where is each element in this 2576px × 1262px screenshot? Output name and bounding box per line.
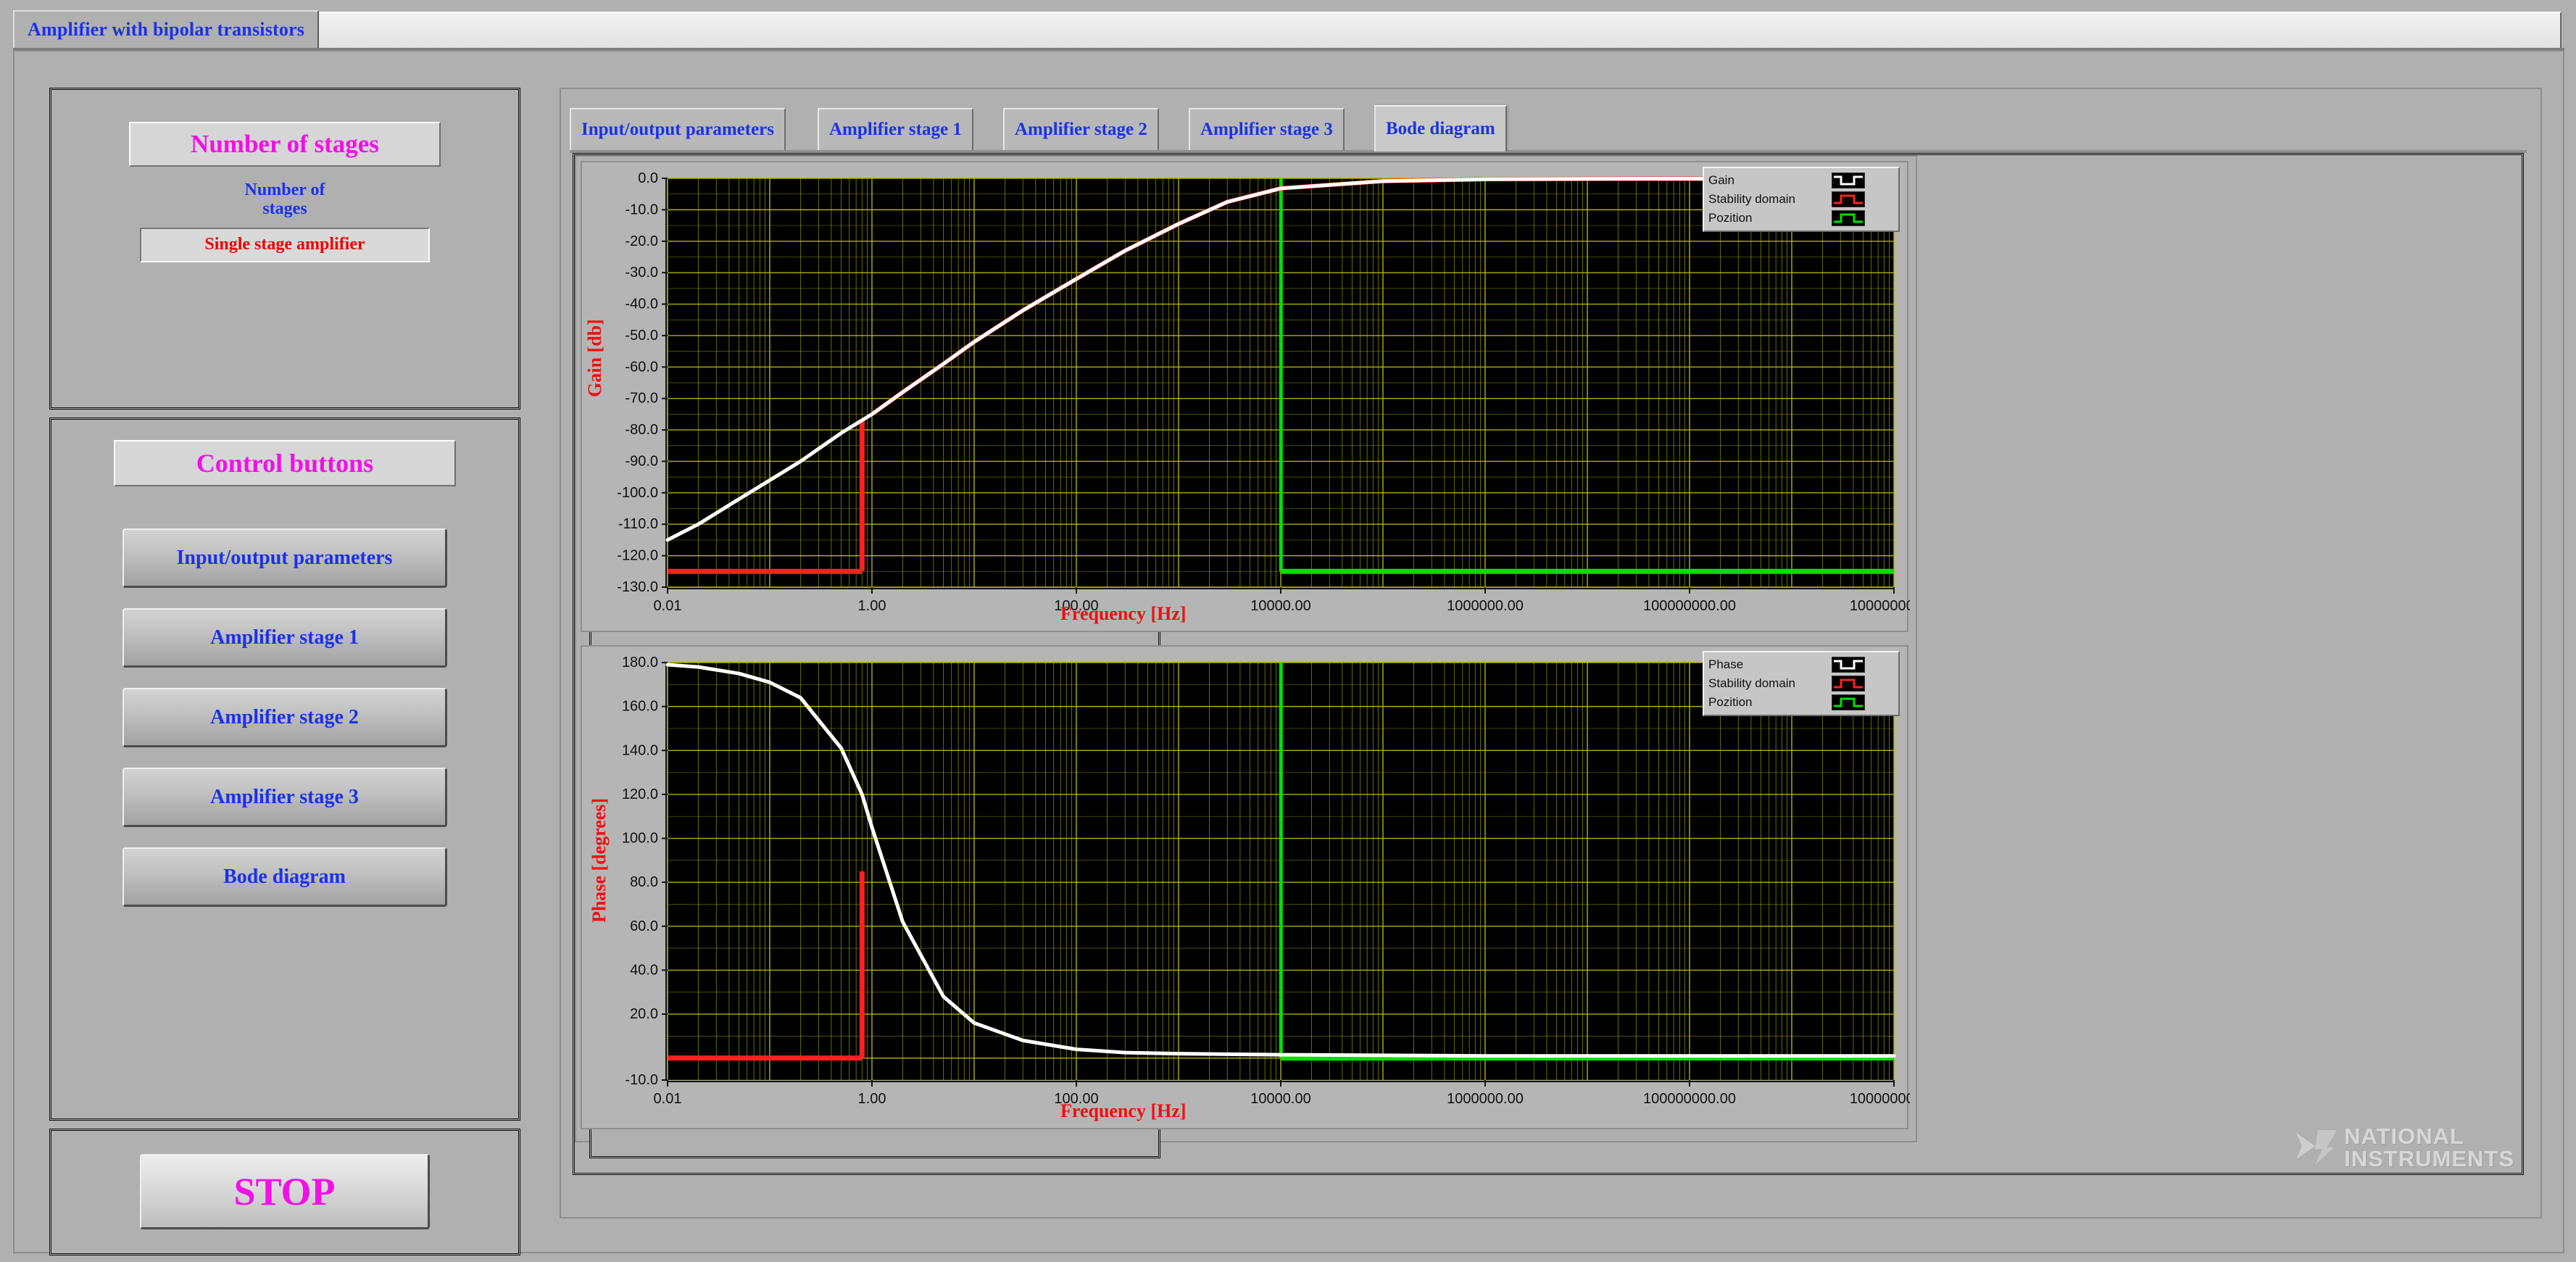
legend-swatch-gain [1832, 173, 1865, 188]
svg-text:-110.0: -110.0 [618, 516, 658, 532]
tab-bar: Input/output parameters Amplifier stage … [570, 105, 2527, 150]
sidebar-button-input-output-parameters[interactable]: Input/output parameters [122, 528, 447, 588]
svg-text:1000000.00: 1000000.00 [1447, 1091, 1524, 1107]
control-buttons-group: Control buttons Input/output parameters … [49, 418, 520, 1121]
gain-plot-canvas: 0.0 -10.0 -20.0 -30.0 -40.0 -50.0 -60.0 -70.0 -8… [582, 162, 1910, 634]
gain-plot-legend[interactable]: Gain Stability domain Pozi [1703, 167, 1900, 232]
svg-text:80.0: 80.0 [630, 874, 658, 890]
svg-text:100000000.00: 100000000.00 [1643, 598, 1736, 614]
sidebar-button-amplifier-stage-2[interactable]: Amplifier stage 2 [122, 688, 447, 747]
svg-text:-130.0: -130.0 [617, 579, 658, 595]
svg-text:60.0: 60.0 [630, 918, 658, 934]
sidebar-button-amplifier-stage-3[interactable]: Amplifier stage 3 [122, 768, 447, 827]
svg-text:-10.0: -10.0 [625, 202, 658, 217]
svg-text:-70.0: -70.0 [625, 391, 658, 407]
sidebar: Number of stages Number ofstages Single … [49, 88, 520, 1219]
title-tab-filler [213, 12, 2562, 48]
ni-logo-line-2: INSTRUMENTS [2344, 1147, 2514, 1170]
tab-amplifier-stage-2[interactable]: Amplifier stage 2 [1003, 108, 1159, 150]
svg-text:-80.0: -80.0 [625, 422, 658, 438]
svg-text:10000000000: 10000000000 [1850, 598, 1910, 614]
sidebar-button-bode-diagram[interactable]: Bode diagram [122, 847, 447, 907]
phase-plot-y-axis-title: Phase [degrees] [589, 798, 610, 923]
svg-text:-20.0: -20.0 [625, 233, 658, 249]
svg-text:10000.00: 10000.00 [1250, 1091, 1310, 1107]
svg-text:100.0: 100.0 [622, 831, 658, 847]
svg-text:10000000000: 10000000000 [1850, 1091, 1910, 1107]
gain-plot-x-axis-title: Frequency [Hz] [1060, 603, 1187, 625]
ni-logo-line-1: NATIONAL [2344, 1125, 2514, 1147]
svg-text:0.0: 0.0 [638, 170, 658, 186]
legend-item-gain[interactable]: Gain [1708, 171, 1894, 190]
application-window: Number of stages Number ofstages Single … [13, 50, 2564, 1253]
national-instruments-logo: NATIONAL INSTRUMENTS [2293, 1125, 2514, 1170]
legend-item-phase-stability-domain[interactable]: Stability domain [1708, 674, 1894, 693]
svg-text:-100.0: -100.0 [617, 485, 658, 501]
legend-swatch-stability-domain [1832, 191, 1865, 207]
phase-plot-x-axis-title: Frequency [Hz] [1060, 1100, 1187, 1122]
svg-text:100000000.00: 100000000.00 [1643, 1091, 1736, 1107]
ni-eagle-icon [2293, 1126, 2340, 1169]
phase-plot[interactable]: 180.0 160.0 140.0 120.0 100.0 80.0 60.0 40.0 20.… [581, 645, 1908, 1129]
number-of-stages-label: Number ofstages [51, 181, 518, 219]
svg-text:20.0: 20.0 [630, 1006, 658, 1022]
svg-text:10000.00: 10000.00 [1250, 598, 1310, 614]
window-title: Amplifier with bipolar transistors [28, 19, 304, 41]
main-panel: Input/output parameters Amplifier stage … [560, 88, 2542, 1219]
legend-item-pozition[interactable]: Pozition [1708, 209, 1894, 228]
number-of-stages-group: Number of stages Number ofstages Single … [49, 88, 520, 410]
svg-text:-90.0: -90.0 [625, 453, 658, 469]
svg-text:1.00: 1.00 [858, 598, 886, 614]
tab-input-output-parameters[interactable]: Input/output parameters [570, 108, 786, 150]
stop-group: STOP [49, 1129, 520, 1255]
tab-amplifier-stage-1[interactable]: Amplifier stage 1 [818, 108, 973, 150]
phase-plot-canvas: 180.0 160.0 140.0 120.0 100.0 80.0 60.0 40.0 20.… [582, 647, 1910, 1131]
svg-text:160.0: 160.0 [622, 699, 658, 715]
bode-plots-panel: 0.0 -10.0 -20.0 -30.0 -40.0 -50.0 -60.0 -70.0 -8… [575, 155, 1917, 1142]
gain-plot[interactable]: 0.0 -10.0 -20.0 -30.0 -40.0 -50.0 -60.0 -70.0 -8… [581, 161, 1908, 632]
gain-plot-y-axis-title: Gain [db] [584, 319, 606, 397]
legend-swatch-pozition [1832, 210, 1865, 226]
stop-button[interactable]: STOP [140, 1154, 430, 1229]
number-of-stages-value[interactable]: Single stage amplifier [140, 228, 430, 262]
legend-swatch-phase [1832, 657, 1865, 673]
legend-item-phase[interactable]: Phase [1708, 655, 1894, 674]
svg-text:-40.0: -40.0 [625, 296, 658, 312]
phase-plot-legend[interactable]: Phase Stability domain Poz [1703, 651, 1900, 716]
control-buttons-caption: Control buttons [114, 440, 456, 486]
legend-item-phase-pozition[interactable]: Pozition [1708, 693, 1894, 712]
window-title-tab-strip: Amplifier with bipolar transistors [13, 10, 2564, 48]
legend-swatch-phase-pozition [1832, 694, 1865, 710]
sidebar-button-amplifier-stage-1[interactable]: Amplifier stage 1 [122, 608, 447, 668]
svg-text:-10.0: -10.0 [625, 1072, 658, 1088]
svg-text:-30.0: -30.0 [625, 265, 658, 281]
svg-text:40.0: 40.0 [630, 962, 658, 978]
svg-text:140.0: 140.0 [622, 742, 658, 758]
tab-bode-diagram[interactable]: Bode diagram [1374, 105, 1507, 151]
legend-swatch-phase-stability-domain [1832, 676, 1865, 692]
svg-text:120.0: 120.0 [622, 786, 658, 802]
number-of-stages-caption: Number of stages [129, 122, 441, 167]
svg-text:0.01: 0.01 [654, 1091, 682, 1107]
svg-text:-60.0: -60.0 [625, 359, 658, 375]
tab-amplifier-stage-3[interactable]: Amplifier stage 3 [1189, 108, 1345, 150]
svg-text:180.0: 180.0 [622, 655, 658, 671]
svg-text:0.01: 0.01 [654, 598, 682, 614]
svg-text:1.00: 1.00 [858, 1091, 886, 1107]
legend-item-stability-domain[interactable]: Stability domain [1708, 190, 1894, 209]
window-title-tab[interactable]: Amplifier with bipolar transistors [13, 10, 319, 48]
tab-content-bode-diagram: Characteristic points Highfrequency 1 3.… [573, 153, 2524, 1175]
svg-text:-50.0: -50.0 [625, 328, 658, 344]
svg-text:1000000.00: 1000000.00 [1447, 598, 1524, 614]
svg-text:-120.0: -120.0 [617, 548, 658, 564]
